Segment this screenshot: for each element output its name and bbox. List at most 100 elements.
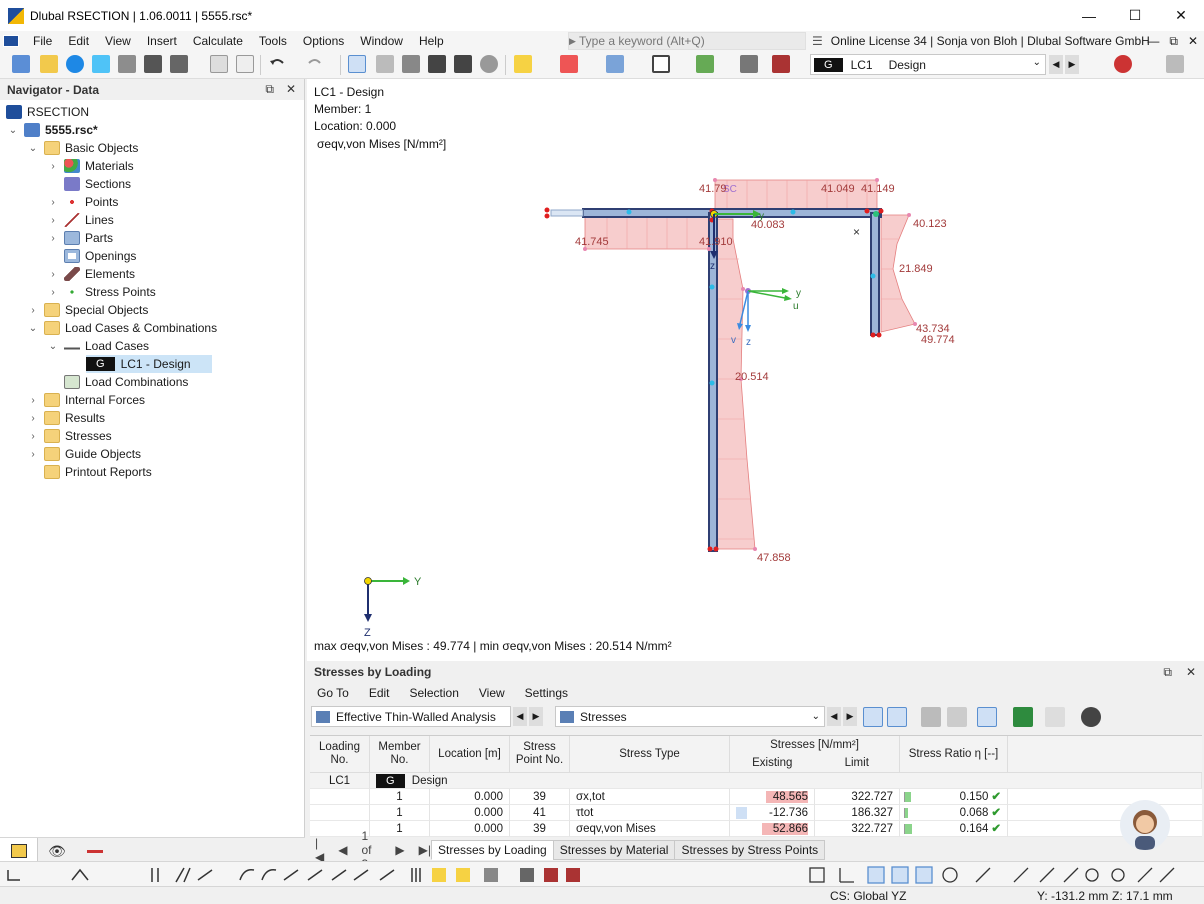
panel-menu-edit[interactable]: Edit <box>359 686 400 700</box>
console-icon[interactable] <box>428 55 446 73</box>
graphics-window[interactable]: LC1 - Design Member: 1 Location: 0.000 σ… <box>307 79 1204 661</box>
settings-icon[interactable] <box>1166 55 1184 73</box>
cell-limit[interactable]: 322.727 <box>815 789 900 805</box>
color-tool-icon[interactable] <box>696 55 714 73</box>
tree-item-special-objects[interactable]: › Special Objects <box>26 301 148 319</box>
cell-stress-point[interactable]: 39 <box>510 821 570 837</box>
menu-tools[interactable]: Tools <box>251 31 295 51</box>
open-icon[interactable] <box>40 55 58 73</box>
frame-tool-icon[interactable] <box>652 55 670 73</box>
table-view-icon[interactable] <box>921 707 941 727</box>
document-icon[interactable] <box>3 35 19 47</box>
tree-item-points[interactable]: › Points <box>46 193 118 211</box>
tree-item-lc1[interactable]: G LC1 - Design <box>86 355 212 373</box>
select-in-graphics-icon[interactable] <box>887 707 907 727</box>
panel-close-button[interactable]: ✕ <box>1186 665 1196 680</box>
print-icon[interactable] <box>170 55 188 73</box>
chevron-down-icon[interactable]: ⌄ <box>6 125 20 136</box>
cell-member[interactable]: 1 <box>370 805 430 821</box>
filter-icon[interactable] <box>947 707 967 727</box>
tab-stresses-by-stress-points[interactable]: Stresses by Stress Points <box>674 840 826 860</box>
menu-file[interactable]: File <box>25 31 60 51</box>
help-icon[interactable] <box>1081 707 1101 727</box>
snap-icon[interactable] <box>514 55 532 73</box>
tree-item-internal-forces[interactable]: › Internal Forces <box>26 391 145 409</box>
menu-calculate[interactable]: Calculate <box>185 31 251 51</box>
cell-existing[interactable]: 52.866 <box>730 821 815 837</box>
cell-existing[interactable]: 48.565 <box>730 789 815 805</box>
chevron-right-icon[interactable]: › <box>46 269 60 280</box>
tree-item-load-cases-combinations[interactable]: ⌄ Load Cases & Combinations <box>26 319 217 337</box>
group-row[interactable]: G Design <box>370 773 1202 789</box>
menu-view[interactable]: View <box>97 31 139 51</box>
cell-stress-ratio[interactable]: 0.150 ✔ <box>900 789 1008 805</box>
chevron-right-icon[interactable]: › <box>26 395 40 406</box>
tree-item-elements[interactable]: › Elements <box>46 265 135 283</box>
load-icon[interactable] <box>772 55 790 73</box>
cell-existing[interactable]: -12.736 <box>730 805 815 821</box>
cell-stress-type[interactable]: σeqv,von Mises <box>570 821 730 837</box>
previous-load-case-button[interactable]: ◀ <box>1049 55 1063 74</box>
next-load-case-button[interactable]: ▶ <box>1065 55 1079 74</box>
assistant-avatar[interactable] <box>1120 800 1170 850</box>
tab-stresses-by-loading[interactable]: Stresses by Loading <box>431 840 554 860</box>
chevron-right-icon[interactable]: › <box>26 449 40 460</box>
minimize-button[interactable]: — <box>1066 0 1112 31</box>
new-model-icon[interactable] <box>12 55 30 73</box>
tree-item-lines[interactable]: › Lines <box>46 211 114 229</box>
panel-menu-view[interactable]: View <box>469 686 515 700</box>
first-page-button[interactable]: |◀ <box>315 836 324 864</box>
cell-location[interactable]: 0.000 <box>430 789 510 805</box>
cell-limit[interactable]: 186.327 <box>815 805 900 821</box>
save-icon[interactable] <box>144 55 162 73</box>
select-objects-icon[interactable] <box>863 707 883 727</box>
results-toggle-icon[interactable] <box>1114 55 1132 73</box>
navigator-float-button[interactable]: ⧉ <box>265 82 274 97</box>
cell-stress-type[interactable]: σx,tot <box>570 789 730 805</box>
export-excel-icon[interactable] <box>1013 707 1033 727</box>
analysis-previous-button[interactable]: ◀ <box>513 707 527 726</box>
mdi-close-button[interactable]: ✕ <box>1188 31 1198 51</box>
result-type-select[interactable]: Stresses ⌄ <box>555 706 825 727</box>
chevron-right-icon[interactable]: › <box>26 413 40 424</box>
tree-item-openings[interactable]: Openings <box>46 247 136 265</box>
tree-item-parts[interactable]: › Parts <box>46 229 113 247</box>
menu-insert[interactable]: Insert <box>139 31 185 51</box>
mdi-minimize-button[interactable]: — <box>1147 31 1159 51</box>
cell-limit[interactable]: 322.727 <box>815 821 900 837</box>
result-previous-button[interactable]: ◀ <box>827 707 841 726</box>
support-icon[interactable] <box>740 55 758 73</box>
decimal-places-icon[interactable] <box>1045 707 1065 727</box>
colorbar-icon[interactable] <box>977 707 997 727</box>
menu-options[interactable]: Options <box>295 31 352 51</box>
report-icon[interactable] <box>210 55 228 73</box>
tree-item-stress-points[interactable]: › Stress Points <box>46 283 156 301</box>
analysis-next-button[interactable]: ▶ <box>529 707 543 726</box>
panel-float-button[interactable]: ⧉ <box>1163 665 1172 680</box>
navigator-toggle-icon[interactable] <box>348 55 366 73</box>
tree-item-sections[interactable]: Sections <box>46 175 131 193</box>
menu-edit[interactable]: Edit <box>60 31 97 51</box>
load-case-select[interactable]: G LC1 Design ⌄ <box>810 54 1046 75</box>
chevron-right-icon[interactable]: › <box>46 287 60 298</box>
search-input[interactable]: ▶ Type a keyword (Alt+Q) <box>568 32 806 50</box>
tree-item-model[interactable]: ⌄ 5555.rsc* <box>6 121 98 139</box>
document-icon[interactable] <box>236 55 254 73</box>
tab-stresses-by-material[interactable]: Stresses by Material <box>552 840 676 860</box>
tree-item-materials[interactable]: › Materials <box>46 157 134 175</box>
cell-stress-ratio[interactable]: 0.164 ✔ <box>900 821 1008 837</box>
previous-page-button[interactable]: ◀ <box>338 843 347 857</box>
cell-stress-ratio[interactable]: 0.068 ✔ <box>900 805 1008 821</box>
navigator-close-button[interactable]: ✕ <box>286 82 296 97</box>
tree-item-basic-objects[interactable]: ⌄ Basic Objects <box>26 139 138 157</box>
webservice-icon[interactable] <box>66 55 84 73</box>
cell-stress-point[interactable]: 41 <box>510 805 570 821</box>
chevron-right-icon[interactable]: › <box>46 161 60 172</box>
cell-location[interactable]: 0.000 <box>430 805 510 821</box>
tree-item-load-cases[interactable]: ⌄ Load Cases <box>46 337 149 355</box>
view-icon[interactable] <box>480 55 498 73</box>
chevron-down-icon[interactable]: ⌄ <box>26 143 40 154</box>
menu-help[interactable]: Help <box>411 31 452 51</box>
tree-item-load-combinations[interactable]: Load Combinations <box>46 373 188 391</box>
part-tool-icon[interactable] <box>606 55 624 73</box>
